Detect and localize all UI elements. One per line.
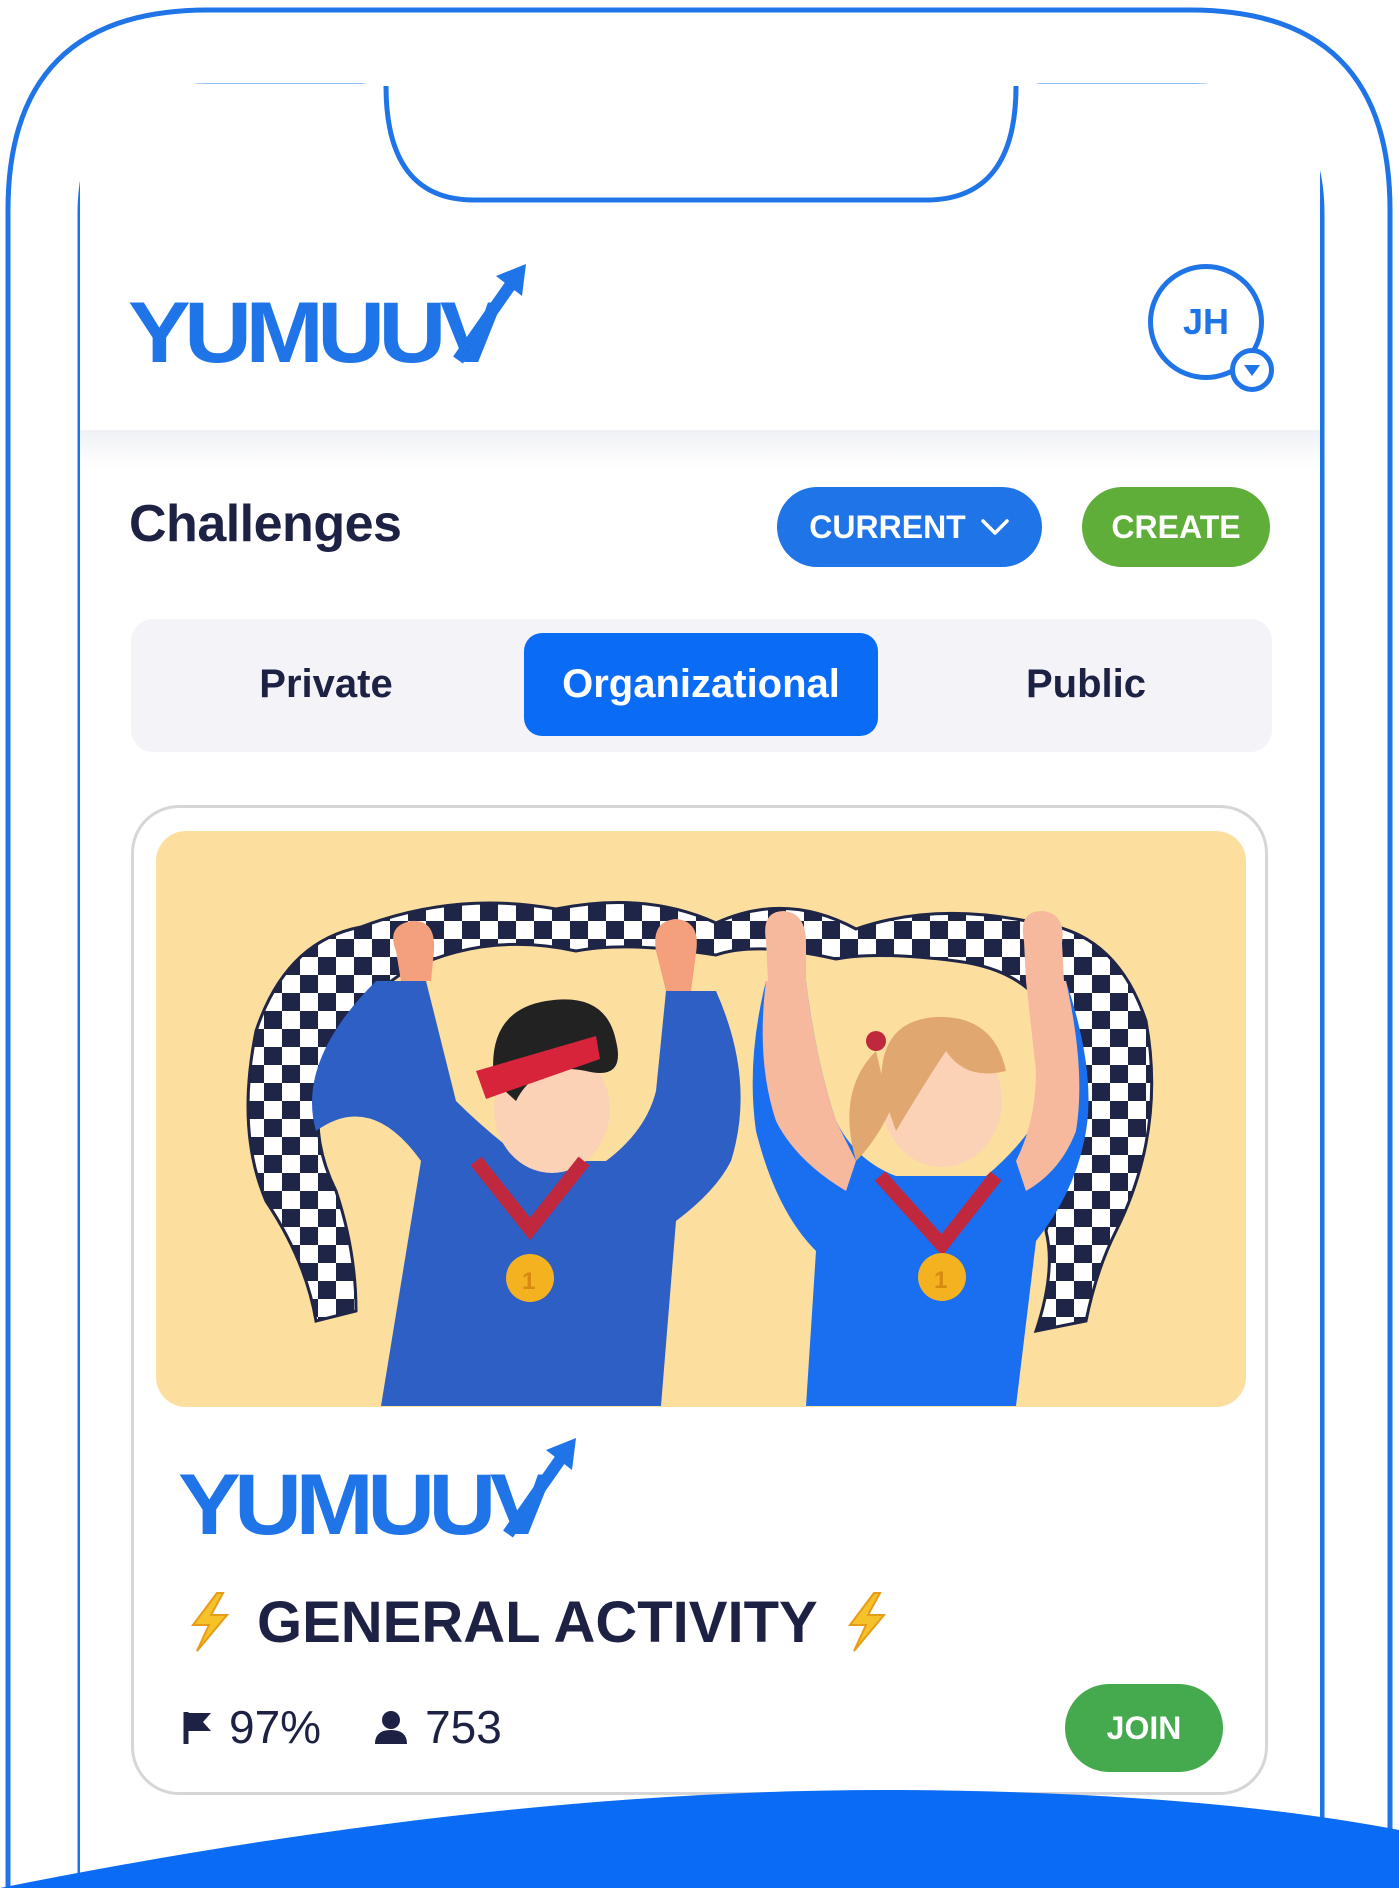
challenge-type-tabs: Private Organizational Public (131, 619, 1272, 752)
lightning-icon (847, 1592, 886, 1652)
card-brand-logo: YUMUUV (178, 1438, 576, 1542)
tab-public[interactable]: Public (921, 633, 1251, 736)
tab-label: Private (259, 662, 393, 706)
chevron-down-icon[interactable] (1230, 348, 1274, 392)
page-title: Challenges (129, 495, 402, 553)
create-label: CREATE (1111, 508, 1241, 545)
avatar-initials: JH (1182, 301, 1230, 342)
challenge-title-text: GENERAL ACTIVITY (257, 1589, 818, 1655)
progress-value: 97% (229, 1701, 322, 1753)
current-filter-label: CURRENT (809, 508, 966, 545)
logo-text: YUMUUV (128, 285, 502, 368)
flag-icon (183, 1712, 211, 1744)
challenge-title: GENERAL ACTIVITY (183, 1582, 892, 1662)
tab-label: Public (1025, 662, 1147, 706)
lightning-icon (191, 1592, 230, 1652)
tab-organizational[interactable]: Organizational (524, 633, 878, 736)
tab-label: Organizational (562, 662, 840, 706)
progress-stat: 97% (183, 1700, 321, 1754)
yumuuv-logo[interactable]: YUMUUV (128, 260, 538, 368)
current-filter-dropdown[interactable]: CURRENT (777, 487, 1042, 567)
challenge-illustration: 1 1 (156, 831, 1246, 1407)
join-label: JOIN (1106, 1709, 1182, 1746)
create-button[interactable]: CREATE (1082, 487, 1270, 567)
card-logo-text: YUMUUV (178, 1457, 552, 1542)
participants-value: 753 (425, 1701, 502, 1753)
svg-text:1: 1 (522, 1268, 535, 1295)
join-button[interactable]: JOIN (1065, 1684, 1223, 1772)
participants-stat: 753 (373, 1700, 502, 1754)
header-divider (80, 430, 1320, 470)
svg-text:1: 1 (934, 1267, 947, 1294)
chevron-down-icon (980, 519, 1009, 535)
person-icon (375, 1711, 408, 1744)
challenge-stats: 97% 753 (183, 1692, 554, 1762)
phone-notch (380, 80, 1020, 203)
bottom-wave-decoration (0, 1789, 1399, 1888)
tab-private[interactable]: Private (161, 633, 491, 736)
